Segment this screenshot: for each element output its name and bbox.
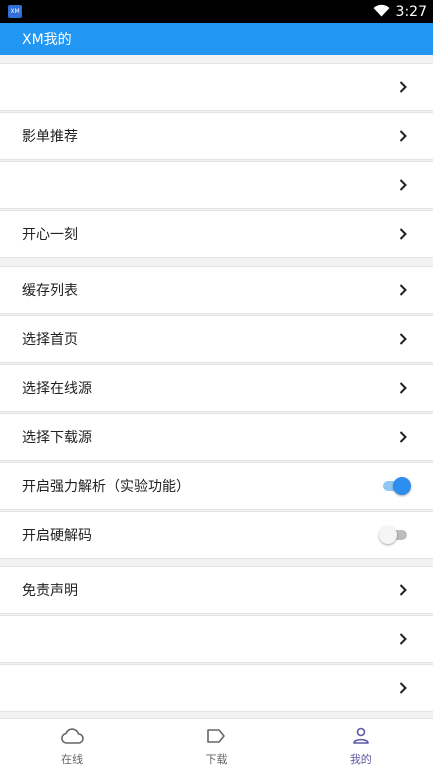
chevron-right-icon — [397, 332, 409, 346]
nav-label: 在线 — [61, 752, 84, 766]
chevron-right-icon — [397, 381, 409, 395]
setting-label: 开启硬解码 — [22, 528, 92, 544]
menu-item-label: 影单推荐 — [22, 129, 78, 145]
cloud-icon — [60, 727, 84, 748]
menu-item-blank-3[interactable] — [0, 615, 433, 663]
chevron-right-icon — [397, 80, 409, 94]
menu-item-choose-online-source[interactable]: 选择在线源 — [0, 364, 433, 412]
status-bar: XM 3:27 — [0, 0, 433, 23]
nav-tab-mine[interactable]: 我的 — [289, 719, 433, 771]
menu-item-cache-list[interactable]: 缓存列表 — [0, 266, 433, 314]
menu-item-blank-2[interactable] — [0, 161, 433, 209]
menu-item-choose-homepage[interactable]: 选择首页 — [0, 315, 433, 363]
menu-item-label: 免责声明 — [22, 583, 78, 599]
nav-label: 下载 — [205, 752, 228, 766]
chevron-right-icon — [397, 178, 409, 192]
menu-item-label: 开心一刻 — [22, 227, 78, 243]
menu-item-label: 缓存列表 — [22, 283, 78, 299]
page-title: XM我的 — [22, 32, 72, 48]
menu-item-blank-1[interactable] — [0, 63, 433, 111]
menu-item-playlist-recommend[interactable]: 影单推荐 — [0, 112, 433, 160]
menu-item-label: 选择首页 — [22, 332, 78, 348]
strong-parse-toggle[interactable] — [381, 476, 411, 496]
setting-label: 开启强力解析（实验功能） — [22, 479, 190, 495]
chevron-right-icon — [397, 681, 409, 695]
setting-hardware-decode: 开启硬解码 — [0, 511, 433, 559]
app-bar: XM我的 — [0, 23, 433, 55]
chevron-right-icon — [397, 129, 409, 143]
status-time: 3:27 — [395, 3, 427, 20]
setting-strong-parse: 开启强力解析（实验功能） — [0, 462, 433, 510]
person-icon — [352, 727, 370, 748]
nav-tab-download[interactable]: 下载 — [144, 719, 288, 771]
chevron-right-icon — [397, 227, 409, 241]
wifi-icon — [373, 2, 390, 21]
bottom-navigation: 在线 下载 我的 — [0, 718, 433, 771]
menu-item-label: 选择在线源 — [22, 381, 92, 397]
hardware-decode-toggle[interactable] — [379, 525, 409, 545]
nav-label: 我的 — [349, 753, 372, 766]
chevron-right-icon — [397, 283, 409, 297]
chevron-right-icon — [397, 632, 409, 646]
menu-item-disclaimer[interactable]: 免责声明 — [0, 566, 433, 614]
menu-item-happy-moment[interactable]: 开心一刻 — [0, 210, 433, 258]
nav-tab-online[interactable]: 在线 — [0, 719, 144, 771]
app-notification-icon: XM — [8, 5, 22, 18]
chevron-right-icon — [397, 583, 409, 597]
menu-item-blank-4[interactable] — [0, 664, 433, 712]
chevron-right-icon — [397, 430, 409, 444]
menu-item-choose-download-source[interactable]: 选择下载源 — [0, 413, 433, 461]
tag-icon — [206, 728, 226, 748]
menu-item-label: 选择下载源 — [22, 430, 92, 446]
